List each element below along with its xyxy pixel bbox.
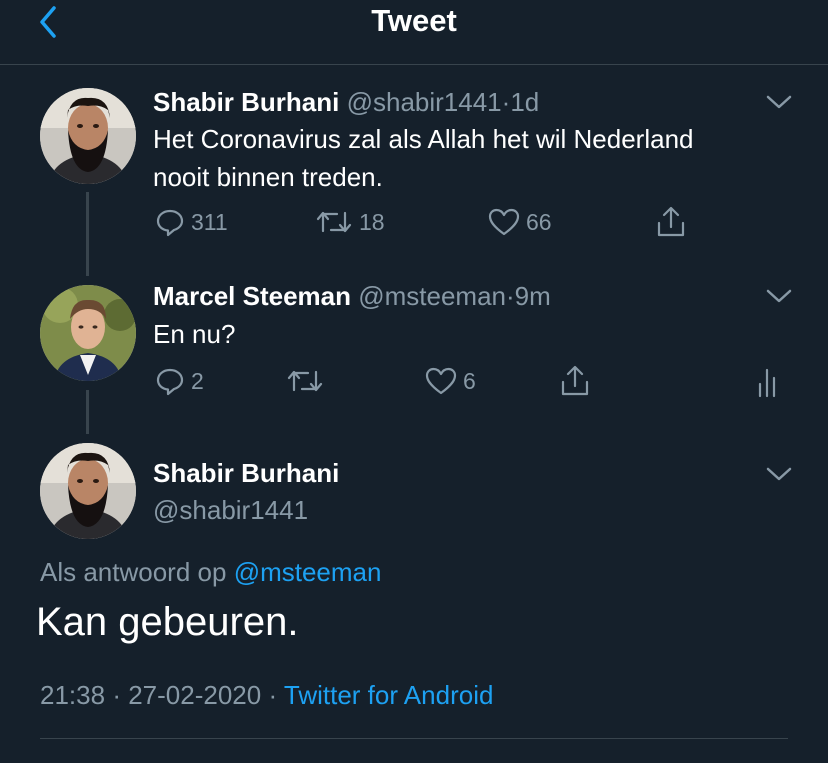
separator: ·: [112, 680, 121, 710]
avatar[interactable]: [40, 285, 136, 381]
divider: [40, 738, 788, 739]
reply-mention-link[interactable]: @msteeman: [234, 557, 382, 587]
reply-icon: [156, 368, 184, 396]
reply-icon: [156, 209, 184, 237]
tweet-header: Marcel Steeman @msteeman·9m: [153, 281, 551, 312]
separator: ·: [268, 680, 278, 710]
avatar[interactable]: [40, 88, 136, 184]
tweet-meta: 21:38 · 27-02-2020 · Twitter for Android: [40, 680, 493, 711]
analytics-icon: [758, 368, 776, 398]
author-name[interactable]: Marcel Steeman: [153, 281, 351, 311]
tweet-text-line: Het Coronavirus zal als Allah het wil Ne…: [153, 124, 694, 154]
thread-connector: [86, 390, 89, 434]
reply-prefix: Als antwoord op: [40, 557, 227, 587]
like-button[interactable]: 6: [425, 366, 476, 396]
tweet-text-line: nooit binnen treden.: [153, 162, 383, 192]
thread-connector: [86, 192, 89, 276]
tweet-header: Shabir Burhani @shabir1441·1d: [153, 87, 539, 118]
separator: ·: [506, 281, 515, 311]
like-button[interactable]: 66: [488, 207, 552, 237]
author-name[interactable]: Shabir Burhani: [153, 458, 339, 489]
analytics-button[interactable]: [756, 366, 782, 398]
tweet-source-link[interactable]: Twitter for Android: [284, 680, 494, 710]
share-icon: [561, 365, 589, 396]
tweet-time: 9m: [514, 281, 551, 311]
author-handle[interactable]: @shabir1441: [153, 495, 339, 526]
author-handle[interactable]: @shabir1441: [347, 87, 502, 117]
reply-button[interactable]: 311: [155, 207, 228, 237]
chevron-down-icon[interactable]: [764, 286, 794, 306]
like-count: 66: [526, 208, 552, 235]
share-button[interactable]: [559, 364, 591, 398]
share-icon: [657, 206, 685, 237]
chevron-down-icon[interactable]: [764, 92, 794, 112]
author-name[interactable]: Shabir Burhani: [153, 87, 339, 117]
avatar[interactable]: [40, 443, 136, 539]
author-handle[interactable]: @msteeman: [358, 281, 506, 311]
tweet-text-line: En nu?: [153, 319, 236, 349]
retweet-button[interactable]: [286, 366, 324, 396]
retweet-count: 18: [359, 208, 385, 235]
reply-button[interactable]: 2: [155, 366, 204, 396]
tweet-time: 1d: [510, 87, 540, 117]
retweet-button[interactable]: 18: [315, 207, 385, 237]
tweet-text: Het Coronavirus zal als Allah het wil Ne…: [153, 120, 694, 196]
retweet-icon: [316, 211, 352, 233]
heart-icon: [488, 208, 520, 236]
chevron-down-icon[interactable]: [764, 464, 794, 484]
like-count: 6: [463, 367, 476, 394]
tweet-text: En nu?: [153, 315, 235, 353]
tweet-time: 21:38: [40, 680, 106, 710]
tweet-date: 27-02-2020: [128, 680, 262, 710]
main-tweet-text: Kan gebeuren.: [36, 600, 299, 644]
heart-icon: [425, 367, 457, 395]
retweet-icon: [287, 370, 323, 392]
share-button[interactable]: [655, 205, 687, 239]
reply-context: Als antwoord op @msteeman: [40, 557, 381, 588]
main-tweet-author[interactable]: Shabir Burhani @shabir1441: [153, 458, 339, 526]
reply-count: 311: [191, 208, 228, 235]
reply-count: 2: [191, 367, 204, 394]
top-bar: Tweet: [0, 0, 828, 65]
page-title: Tweet: [371, 3, 457, 38]
